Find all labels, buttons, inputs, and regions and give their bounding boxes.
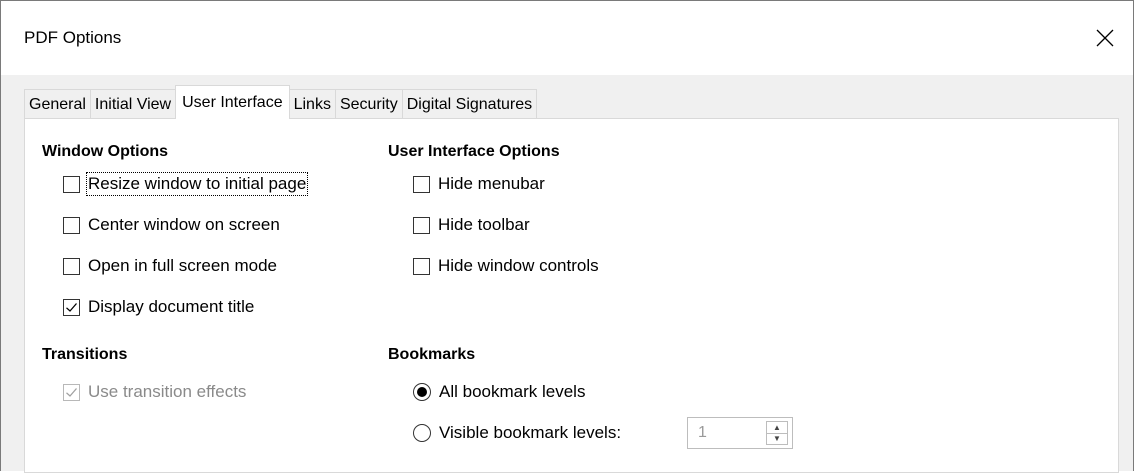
bookmark-levels-value: 1 [698,424,707,441]
display-title-option[interactable]: Display document title [63,297,254,317]
tab-general[interactable]: General [24,89,91,119]
all-bookmark-levels-label: All bookmark levels [439,382,586,401]
hide-window-controls-checkbox[interactable] [413,257,430,275]
close-button[interactable] [1077,1,1133,75]
hide-menubar-option[interactable]: Hide menubar [413,174,545,194]
full-screen-label: Open in full screen mode [88,256,277,275]
hide-toolbar-option[interactable]: Hide toolbar [413,215,530,235]
hide-toolbar-label: Hide toolbar [438,215,530,234]
radio-selected-dot [417,387,427,397]
resize-window-label: Resize window to initial page [85,172,309,196]
window-title: PDF Options [24,28,122,47]
dialog-body: General Initial View User Interface Link… [1,75,1133,473]
transitions-heading: Transitions [42,346,128,363]
checkmark-icon [66,387,77,397]
center-window-checkbox[interactable] [63,216,80,234]
transition-effects-option[interactable]: Use transition effects [63,382,246,402]
user-interface-panel: Window Options Resize window to initial … [24,118,1119,473]
tab-bar: General Initial View User Interface Link… [24,85,538,119]
pdf-options-dialog: PDF Options General Initial View User In… [0,0,1134,473]
chevron-down-icon: ▼ [773,434,781,444]
close-icon [1096,29,1114,47]
all-bookmark-levels-radio[interactable] [413,383,431,401]
tab-security[interactable]: Security [334,89,403,119]
chevron-up-icon: ▲ [773,422,781,432]
spin-down-button[interactable]: ▼ [767,432,787,445]
resize-window-option[interactable]: Resize window to initial page [63,172,309,196]
display-title-checkbox[interactable] [63,298,80,316]
tab-initial-view[interactable]: Initial View [89,89,177,119]
bookmark-levels-spinbox[interactable]: 1 ▲ ▼ [687,417,793,449]
transition-effects-label: Use transition effects [88,382,247,401]
hide-menubar-label: Hide menubar [438,174,545,193]
all-bookmark-levels-option[interactable]: All bookmark levels [413,382,585,402]
full-screen-checkbox[interactable] [63,257,80,275]
tab-digital-signatures[interactable]: Digital Signatures [401,89,538,119]
spin-up-button[interactable]: ▲ [767,422,787,433]
display-title-label: Display document title [88,297,255,316]
center-window-label: Center window on screen [88,215,280,234]
window-options-heading: Window Options [42,143,169,160]
visible-bookmark-levels-radio[interactable] [413,424,431,442]
tab-links[interactable]: Links [288,89,336,119]
visible-bookmark-levels-option[interactable]: Visible bookmark levels: [413,423,621,443]
resize-window-checkbox[interactable] [63,175,80,193]
title-bar: PDF Options [1,1,1133,75]
spin-buttons: ▲ ▼ [766,421,788,445]
checkmark-icon [66,302,77,312]
visible-bookmark-levels-label: Visible bookmark levels: [439,423,622,442]
ui-options-heading: User Interface Options [388,143,560,160]
transition-effects-checkbox[interactable] [63,383,80,401]
hide-window-controls-label: Hide window controls [438,256,599,275]
center-window-option[interactable]: Center window on screen [63,215,280,235]
hide-toolbar-checkbox[interactable] [413,216,430,234]
tab-user-interface[interactable]: User Interface [175,85,290,119]
bookmarks-heading: Bookmarks [388,346,476,363]
hide-menubar-checkbox[interactable] [413,175,430,193]
hide-window-controls-option[interactable]: Hide window controls [413,256,599,276]
full-screen-option[interactable]: Open in full screen mode [63,256,277,276]
